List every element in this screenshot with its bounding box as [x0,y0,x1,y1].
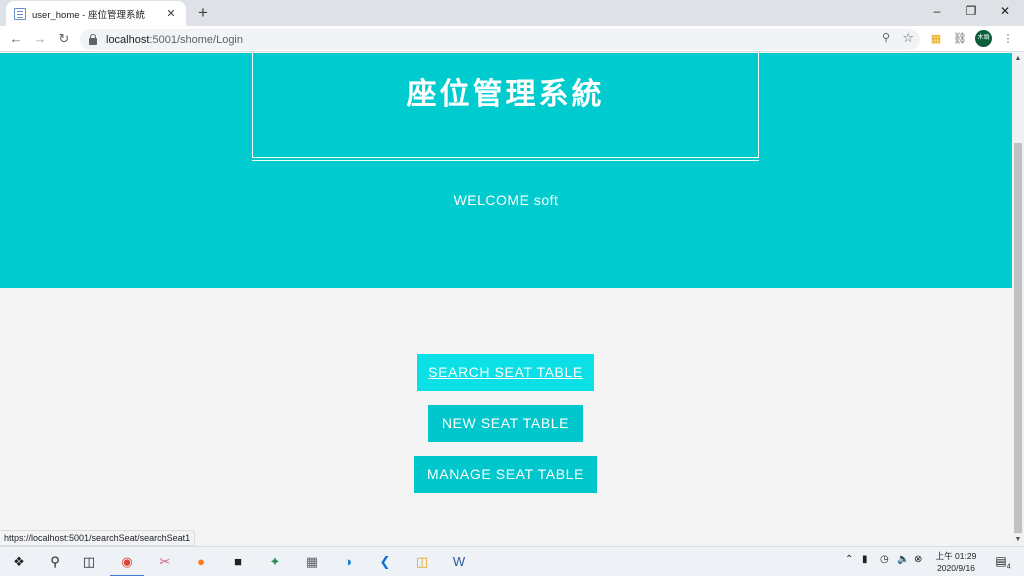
volume-muted-icon[interactable]: 🔈 [897,554,909,565]
scrollbar-thumb[interactable] [1014,143,1022,533]
calculator-icon[interactable]: ▦ [301,551,323,573]
tab-bar: user_home - 座位管理系統 ✕ + – ❐ ✕ [0,0,1024,26]
vertical-scrollbar[interactable]: ▲ ▼ [1012,53,1024,546]
tab-title: user_home - 座位管理系統 [32,9,145,21]
new-seat-table-button[interactable]: NEW SEAT TABLE [428,405,583,442]
page-title: 座位管理系統 [406,77,605,112]
extension-icon[interactable]: ▦ [927,30,945,48]
clock-time: 上午 01:29 [935,551,977,561]
avatar[interactable]: 木頭 [975,30,992,47]
app-icon[interactable]: ✦ [264,551,286,573]
snipping-tool-icon[interactable]: ✂ [154,551,176,573]
address-bar[interactable]: localhost:5001/shome/Login ⚲ ☆ [80,29,920,50]
close-tab-icon[interactable]: ✕ [164,7,178,20]
status-url-bubble: https://localhost:5001/searchSeat/search… [0,530,196,546]
close-window-button[interactable]: ✕ [988,0,1022,24]
browser-toolbar: ← → ↻ localhost:5001/shome/Login ⚲ ☆ ▦ ⛓… [0,26,1024,52]
browser-tab[interactable]: user_home - 座位管理系統 ✕ [6,1,186,26]
new-tab-button[interactable]: + [194,3,212,23]
wifi-icon[interactable]: ◷ [880,554,889,565]
puzzle-icon[interactable]: ⛓ [951,30,969,48]
notifications-icon[interactable]: ▤4 [992,550,1014,572]
tray-chevron-icon[interactable]: ⌃ [845,554,853,565]
scroll-up-icon[interactable]: ▲ [1012,53,1024,65]
file-icon [14,7,26,20]
minimize-button[interactable]: – [920,0,954,24]
more-icon[interactable]: ⋮ [999,30,1017,48]
restore-button[interactable]: ❐ [954,0,988,24]
word-icon[interactable]: W [448,551,470,573]
clock[interactable]: 上午 01:29 2020/9/16 [930,550,982,574]
search-seat-table-button[interactable]: SEARCH SEAT TABLE [417,354,594,391]
vscode-icon[interactable]: ❮ [374,551,396,573]
reload-icon[interactable]: ↻ [55,30,73,48]
network-off-icon[interactable]: ⊗ [914,554,922,565]
page-viewport: 座位管理系統 WELCOME soft SEARCH SEAT TABLE NE… [0,53,1012,546]
welcome-text: WELCOME soft [453,192,559,208]
taskbar: ❖ ⚲ ◫ ◉ ✂ ● ■ ✦ ▦ ◑ ❮ ◫ W ⌃ ▮ ◷ 🔈 ⊗ 上午 0… [0,546,1024,576]
battery-icon[interactable]: ▮ [862,554,868,565]
hero-banner: 座位管理系統 WELCOME soft [0,53,1012,288]
sticky-notes-icon[interactable]: ■ [227,551,249,573]
zoom-icon[interactable]: ⚲ [882,31,890,44]
forward-arrow-icon[interactable]: → [31,30,49,48]
search-icon[interactable]: ⚲ [44,551,66,573]
chrome-icon[interactable]: ◉ [110,551,144,576]
clock-date: 2020/9/16 [937,563,975,573]
windows-start-icon[interactable]: ❖ [8,551,30,573]
task-view-icon[interactable]: ◫ [78,551,100,573]
star-icon[interactable]: ☆ [902,30,914,46]
url-text: localhost:5001/shome/Login [106,33,243,46]
file-explorer-icon[interactable]: ◫ [411,551,433,573]
firefox-icon[interactable]: ● [190,551,212,573]
manage-seat-table-button[interactable]: MANAGE SEAT TABLE [414,456,597,493]
lock-icon [89,33,97,45]
edge-icon[interactable]: ◑ [337,551,359,573]
back-arrow-icon[interactable]: ← [7,30,25,48]
title-box: 座位管理系統 [252,53,759,161]
scroll-down-icon[interactable]: ▼ [1012,534,1024,546]
